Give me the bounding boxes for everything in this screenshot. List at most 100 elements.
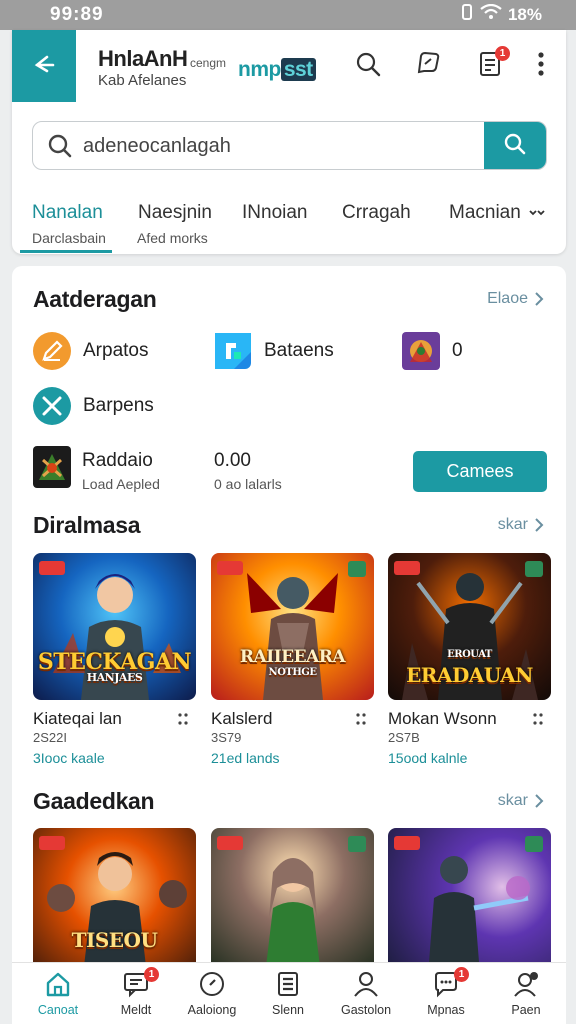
tab-crragah[interactable]: Crragah bbox=[342, 202, 411, 224]
more-dots-icon[interactable] bbox=[356, 711, 366, 731]
back-arrow-icon bbox=[31, 51, 57, 82]
game-tagline: 15ood kalnle bbox=[388, 750, 468, 766]
game-cover bbox=[211, 828, 374, 966]
notifications-button[interactable]: 1 bbox=[472, 46, 510, 84]
message-icon: 1 bbox=[410, 967, 482, 999]
profile-icon bbox=[490, 969, 562, 999]
tab-innoian[interactable]: INnoian bbox=[242, 202, 308, 224]
nav-label: Meldt bbox=[120, 1003, 152, 1017]
game-card[interactable] bbox=[211, 828, 374, 966]
nav-item-paen[interactable]: Paen bbox=[490, 969, 562, 1017]
search-submit-button[interactable] bbox=[484, 122, 546, 169]
game-card[interactable]: ERADAUAN EROUAT Mokan Wsonn 2S7B 15ood k… bbox=[388, 553, 551, 766]
nav-label: Gastolon bbox=[340, 1003, 392, 1017]
hot-tag bbox=[39, 836, 65, 850]
nav-label: Mpnas bbox=[427, 1003, 465, 1017]
game-title: Kalslerd bbox=[211, 709, 273, 728]
nav-item-meldt[interactable]: 1 Meldt bbox=[100, 967, 172, 1017]
nav-item-slenn[interactable]: Slenn bbox=[252, 969, 324, 1017]
category-item-barpens[interactable]: Barpens bbox=[33, 387, 154, 425]
app-title: HnlaAnH bbox=[98, 46, 188, 71]
person-icon bbox=[330, 969, 402, 999]
game-card[interactable]: RAIIEEARA NOTHGE Kalslerd 3S79 21ed land… bbox=[211, 553, 374, 766]
game-logo: TISEOU bbox=[71, 928, 158, 952]
featured-thumb-icon[interactable] bbox=[33, 446, 71, 488]
game-title: Mokan Wsonn bbox=[388, 709, 497, 728]
brand-logo: nmp sst bbox=[238, 58, 316, 82]
nav-item-gastolon[interactable]: Gastolon bbox=[330, 969, 402, 1017]
category-label: Arpatos bbox=[83, 340, 149, 361]
game-cover bbox=[388, 828, 551, 966]
back-button[interactable] bbox=[12, 30, 76, 102]
brand-logo-text: nmp bbox=[238, 58, 281, 81]
verified-tag bbox=[348, 836, 366, 852]
more-games-see-all[interactable]: skar bbox=[498, 792, 544, 810]
hot-tag bbox=[394, 836, 420, 850]
verified-tag bbox=[525, 561, 543, 577]
tab-macnian[interactable]: Macnian bbox=[449, 202, 521, 224]
nav-label: Aaloiong bbox=[187, 1003, 237, 1017]
game-card[interactable]: STECKAGAN HANJAES Kiateqai lan 2S22I 3Io… bbox=[33, 553, 196, 766]
chevron-right-icon bbox=[535, 794, 544, 808]
status-right: 18% bbox=[460, 3, 542, 25]
game-cover: ERADAUAN EROUAT bbox=[388, 553, 551, 700]
featured-subtitle: Load Aepled bbox=[82, 476, 160, 492]
game-card[interactable]: TISEOU bbox=[33, 828, 196, 966]
tab-nanalan[interactable]: Nanalan bbox=[32, 202, 103, 224]
category-label: Barpens bbox=[83, 395, 154, 416]
game-name: Kiateqai lan bbox=[33, 709, 196, 729]
game-name: Mokan Wsonn bbox=[388, 709, 551, 729]
feedback-button[interactable] bbox=[410, 48, 446, 84]
brand-caption: cengm bbox=[190, 56, 227, 70]
category-item-bataens[interactable]: Bataens bbox=[214, 332, 334, 370]
categories-see-all[interactable]: Elaoe bbox=[487, 290, 544, 308]
game-card[interactable] bbox=[388, 828, 551, 966]
tab-nanalan-sub: Darclasbain bbox=[32, 230, 106, 246]
wifi-icon bbox=[480, 3, 502, 25]
search-bar bbox=[32, 121, 547, 170]
categories-see-all-label: Elaoe bbox=[487, 290, 528, 307]
tab-naesjnin[interactable]: Naesjnin bbox=[138, 202, 212, 224]
search-input[interactable] bbox=[83, 130, 463, 162]
category-tabs: Nanalan Darclasbain Naesjnin Afed morks … bbox=[12, 190, 566, 254]
search-field-icon bbox=[47, 133, 73, 164]
game-logo-sub: HANJAES bbox=[86, 671, 143, 684]
game-logo: RAIIEEARA bbox=[239, 647, 346, 667]
hot-tag bbox=[394, 561, 420, 575]
more-dots-icon[interactable] bbox=[178, 711, 188, 731]
search-button[interactable] bbox=[350, 48, 386, 84]
hot-tag bbox=[217, 836, 243, 850]
featured-value-sub: 0 ao lalarls bbox=[214, 476, 282, 492]
chat-icon: 1 bbox=[100, 967, 172, 999]
nav-item-canoat[interactable]: Canoat bbox=[22, 969, 94, 1017]
popular-see-all[interactable]: skar bbox=[498, 516, 544, 534]
game-year: 2S7B bbox=[388, 730, 420, 745]
verified-tag bbox=[348, 561, 366, 577]
chat-bubble-icon bbox=[414, 50, 442, 83]
category-item-zero[interactable]: 0 bbox=[402, 332, 463, 370]
nav-item-aaloiong[interactable]: Aaloiong bbox=[176, 969, 248, 1017]
category-label: Bataens bbox=[264, 340, 334, 361]
nav-item-mpnas[interactable]: 1 Mpnas bbox=[410, 967, 482, 1017]
more-dots-icon[interactable] bbox=[533, 711, 543, 731]
more-options-button[interactable] bbox=[526, 48, 556, 84]
bottom-nav: Canoat 1 Meldt Aaloiong Slenn Gastolon 1… bbox=[12, 962, 566, 1024]
app-bar: HnlaAnH Kab Afelanes cengm nmp sst 1 bbox=[12, 30, 566, 102]
search-icon bbox=[503, 132, 527, 161]
categories-title: Aatderagan bbox=[33, 286, 157, 312]
chevron-right-icon bbox=[535, 292, 544, 306]
more-vertical-icon bbox=[537, 51, 545, 82]
tabs-overflow-icon[interactable] bbox=[527, 206, 547, 225]
featured-value: 0.00 bbox=[214, 450, 251, 471]
nav-badge: 1 bbox=[144, 967, 159, 982]
game-thumb-icon bbox=[402, 332, 440, 370]
game-year: 3S79 bbox=[211, 730, 242, 745]
category-item-arpatos[interactable]: Arpatos bbox=[33, 332, 148, 370]
more-games-see-all-label: skar bbox=[497, 792, 528, 809]
tab-naesjnin-sub: Afed morks bbox=[137, 230, 208, 246]
games-button[interactable]: Camees bbox=[413, 451, 547, 492]
nav-label: Canoat bbox=[37, 1003, 79, 1017]
compass-icon bbox=[176, 969, 248, 999]
game-logo: ERADAUAN bbox=[406, 663, 533, 687]
search-icon bbox=[355, 51, 381, 82]
